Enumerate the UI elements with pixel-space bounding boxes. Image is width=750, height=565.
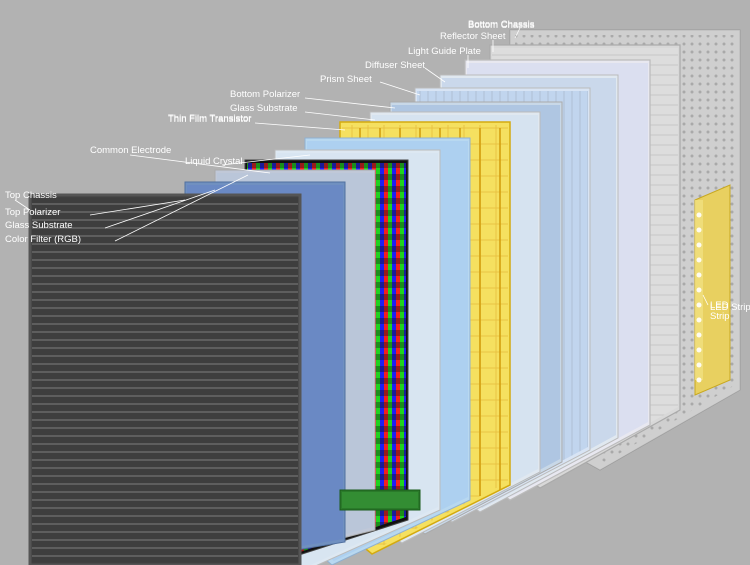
svg-text:Diffuser Sheet: Diffuser Sheet: [365, 60, 425, 71]
svg-text:Light Guide Plate: Light Guide Plate: [408, 46, 481, 57]
svg-text:Liquid Crystal: Liquid Crystal: [185, 156, 243, 167]
svg-text:Top Chassis: Top Chassis: [5, 190, 57, 201]
svg-text:Color Filter (RGB): Color Filter (RGB): [5, 234, 81, 245]
main-scene: Top Chassis Top Polarizer Glass Substrat…: [0, 0, 750, 565]
svg-text:Thin Film Transistor: Thin Film Transistor: [168, 114, 251, 125]
svg-text:Glass Substrate: Glass Substrate: [5, 220, 73, 231]
svg-text:Reflector Sheet: Reflector Sheet: [440, 31, 506, 42]
svg-text:Bottom Polarizer: Bottom Polarizer: [230, 89, 300, 100]
svg-text:Common Electrode: Common Electrode: [90, 145, 171, 156]
svg-text:Glass Substrate: Glass Substrate: [230, 103, 298, 114]
svg-text:LED Strip: LED Strip: [710, 302, 750, 313]
svg-text:Bottom Chassis: Bottom Chassis: [468, 19, 535, 30]
svg-text:Prism Sheet: Prism Sheet: [320, 74, 372, 85]
svg-text:Top Polarizer: Top Polarizer: [5, 207, 60, 218]
